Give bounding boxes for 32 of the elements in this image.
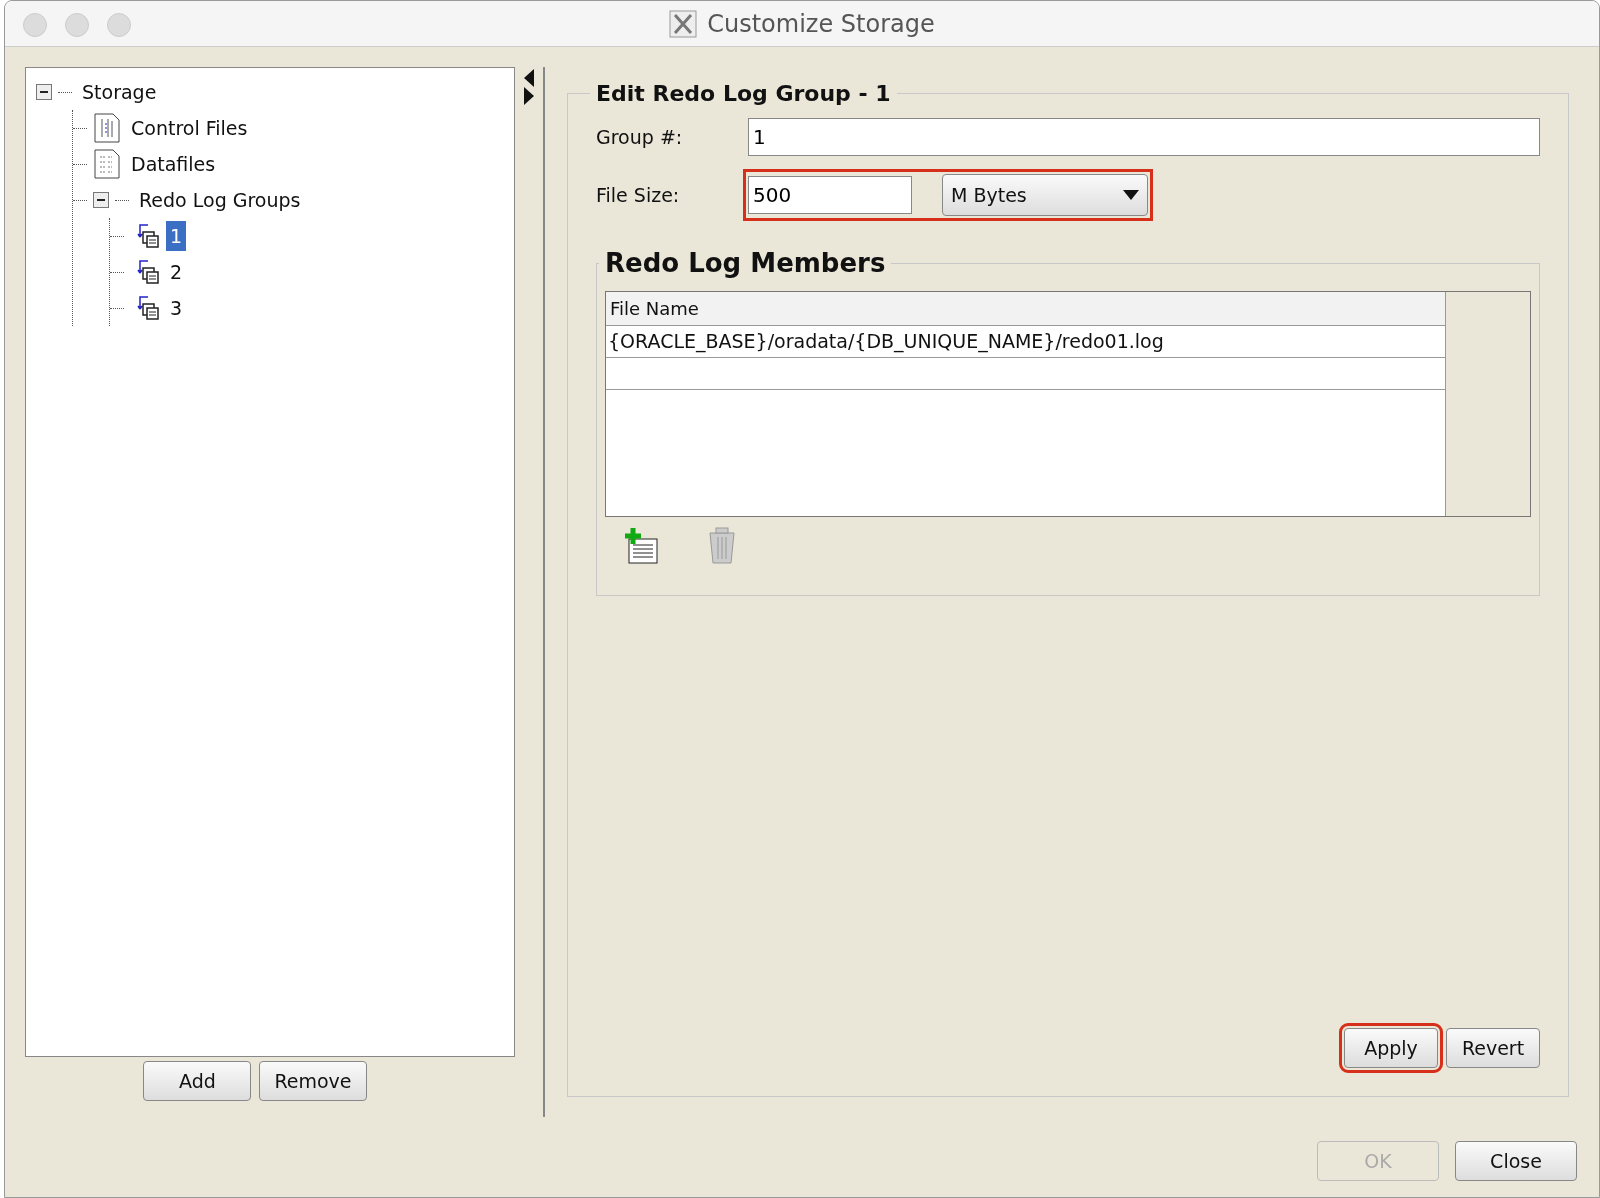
collapse-toggle[interactable] — [36, 84, 52, 100]
tree-item[interactable]: 2 — [166, 257, 187, 287]
caret-icon — [1123, 190, 1139, 200]
collapse-toggle[interactable] — [93, 192, 109, 208]
unit-dropdown[interactable]: M Bytes — [942, 174, 1148, 216]
trash-icon — [707, 527, 737, 565]
app-icon — [669, 9, 698, 38]
window-control-button[interactable] — [107, 13, 131, 37]
column-header: File Name — [606, 292, 1445, 326]
field-label: Group #: — [596, 124, 684, 150]
group-number-field[interactable]: 1 — [748, 118, 1540, 156]
window-control-button[interactable] — [65, 13, 89, 37]
document-icon — [93, 113, 121, 143]
tree-button[interactable]: Remove — [259, 1061, 367, 1101]
tree-button[interactable]: Add — [143, 1061, 252, 1101]
tree-item[interactable]: Storage — [78, 77, 161, 107]
window-control-button[interactable] — [23, 13, 47, 37]
tree-item[interactable]: 1 — [166, 221, 187, 251]
collapse-left-arrow-icon — [524, 69, 534, 87]
expand-right-arrow-icon — [524, 87, 534, 105]
table-cell[interactable]: {ORACLE_BASE}/oradata/{DB_UNIQUE_NAME}/redo01.log — [606, 326, 1445, 358]
dialog-button[interactable]: Close — [1455, 1141, 1577, 1181]
tree-item[interactable]: Control Files — [127, 113, 252, 143]
tree-item[interactable]: Redo Log Groups — [135, 185, 305, 215]
add-row-icon — [623, 527, 661, 565]
form-button[interactable]: Revert — [1446, 1028, 1540, 1068]
tree-item[interactable]: 3 — [166, 293, 187, 323]
window-title: Customize Storage — [707, 8, 935, 40]
document-icon — [93, 149, 121, 179]
tree-item[interactable]: Datafiles — [127, 149, 220, 179]
file-size-field[interactable]: 500 — [748, 176, 912, 214]
field-label: File Size: — [596, 182, 681, 208]
